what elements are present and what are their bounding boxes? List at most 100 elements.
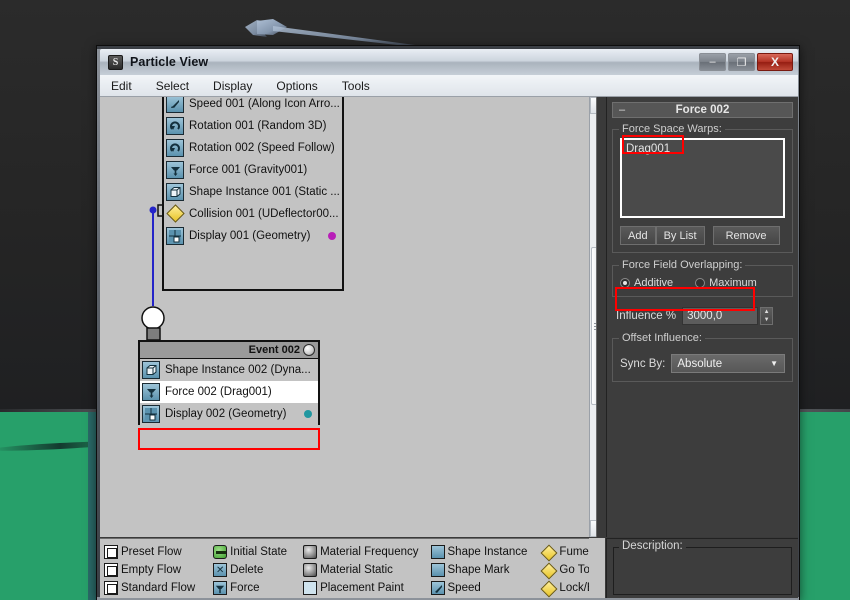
rotation-icon — [166, 139, 184, 157]
menu-options[interactable]: Options — [274, 78, 319, 94]
node-row[interactable]: Force 001 (Gravity001) — [164, 159, 342, 181]
node-row[interactable]: Collision 001 (UDeflector00... — [164, 203, 342, 225]
depot-item-delete[interactable]: Delete — [213, 561, 287, 579]
event-001-node-block[interactable]: Speed 001 (Along Icon Arro... Rotation 0… — [162, 97, 344, 291]
minimize-button[interactable]: – — [699, 53, 726, 71]
scroll-down-arrow[interactable]: ▼ — [590, 520, 596, 537]
sync-by-row: Sync By: Absolute ▼ — [620, 354, 785, 373]
menu-select[interactable]: Select — [154, 78, 191, 94]
window-title: Particle View — [130, 55, 209, 69]
material-icon — [303, 563, 318, 577]
force-icon — [166, 161, 184, 179]
depot-item-material-static[interactable]: Material Static — [303, 561, 418, 579]
depot-item-label: Preset Flow — [121, 546, 182, 558]
force-icon — [142, 383, 160, 401]
collapse-icon[interactable]: – — [619, 104, 625, 116]
menu-bar: Edit Select Display Options Tools — [100, 75, 798, 97]
node-label: Force 001 (Gravity001) — [189, 164, 308, 176]
window-controls: – ❐ X — [699, 53, 798, 71]
force-icon — [213, 581, 228, 595]
scrollbar-thumb[interactable] — [591, 247, 596, 405]
close-button[interactable]: X — [757, 53, 793, 71]
depot-item-shape-mark[interactable]: Shape Mark — [430, 561, 528, 579]
depot-item-empty-flow[interactable]: Empty Flow — [104, 561, 195, 579]
node-label: Shape Instance 001 (Static ... — [189, 186, 340, 198]
shape-mark-icon — [430, 563, 445, 577]
node-row[interactable]: Shape Instance 001 (Static ... — [164, 181, 342, 203]
node-label: Rotation 002 (Speed Follow) — [189, 142, 335, 154]
parameters-panel: – Force 002 Force Space Warps: Drag001 A… — [606, 97, 798, 537]
depot-scrollbar-area — [589, 538, 605, 598]
canvas-vertical-scrollbar[interactable]: ▲ ▼ — [589, 97, 596, 537]
description-title: Description: — [619, 540, 686, 552]
depot-item-placement-paint[interactable]: Placement Paint — [303, 579, 418, 597]
scroll-up-arrow[interactable]: ▲ — [590, 97, 596, 114]
lock-bond-icon — [541, 581, 556, 596]
node-label: Shape Instance 002 (Dyna... — [165, 364, 311, 376]
force-space-warps-list[interactable]: Drag001 — [620, 138, 785, 218]
node-row[interactable]: Speed 001 (Along Icon Arro... — [164, 97, 342, 115]
fumefx-icon — [541, 545, 556, 560]
display-color-swatch[interactable] — [304, 410, 312, 418]
event-002-title: Event 002 — [248, 344, 300, 356]
warp-list-item[interactable]: Drag001 — [626, 143, 779, 155]
node-row[interactable]: Display 001 (Geometry) — [164, 225, 342, 247]
sync-by-dropdown[interactable]: Absolute ▼ — [671, 354, 785, 373]
flow-icon — [104, 545, 118, 559]
depot-item-label: Material Static — [320, 564, 393, 576]
viewport-left-edge-strip — [88, 412, 96, 600]
depot-item-label: Delete — [230, 564, 264, 576]
depot-item-label: Initial State — [230, 546, 288, 558]
force-space-warps-title: Force Space Warps: — [619, 123, 725, 135]
add-button[interactable]: Add — [620, 226, 656, 245]
shape-instance-icon — [142, 361, 160, 379]
node-row[interactable]: Rotation 002 (Speed Follow) — [164, 137, 342, 159]
depot-item-material-frequency[interactable]: Material Frequency — [303, 543, 419, 561]
overlapping-options: Additive Maximum — [620, 277, 785, 289]
event-002-header[interactable]: Event 002 — [140, 342, 318, 359]
depot-item-speed[interactable]: Speed — [430, 579, 528, 597]
display-icon — [166, 227, 184, 245]
node-label: Force 002 (Drag001) — [165, 386, 272, 398]
radio-maximum[interactable] — [695, 278, 706, 288]
initial-state-icon — [213, 545, 228, 559]
depot-item-label: Empty Flow — [121, 564, 182, 576]
depot-item-shape-instance[interactable]: Shape Instance — [430, 543, 527, 561]
title-bar[interactable]: S Particle View – ❐ X — [100, 49, 798, 75]
depot-item-label: Force — [230, 582, 260, 594]
description-box: Description: — [613, 540, 792, 595]
event-002-node-block[interactable]: Event 002 Shape Instance 002 (Dyna... Fo… — [138, 340, 320, 425]
depot-item-initial-state[interactable]: Initial State — [213, 543, 287, 561]
remove-button[interactable]: Remove — [712, 226, 780, 245]
by-list-button[interactable]: By List — [655, 226, 705, 245]
node-row[interactable]: Rotation 001 (Random 3D) — [164, 115, 342, 137]
display-color-swatch[interactable] — [328, 232, 336, 240]
collision-diamond-icon — [166, 204, 185, 224]
influence-input[interactable]: 3000,0 — [682, 307, 759, 325]
influence-spinner[interactable]: ▲ ▼ — [760, 307, 774, 325]
depot-item-preset-flow[interactable]: Preset Flow — [104, 543, 195, 561]
depot-palette[interactable]: Preset Flow Empty Flow Standard Flow Ini… — [100, 538, 605, 598]
maximize-button[interactable]: ❐ — [728, 53, 755, 71]
menu-edit[interactable]: Edit — [109, 78, 134, 94]
depot-column: Preset Flow Empty Flow Standard Flow — [104, 543, 195, 598]
menu-tools[interactable]: Tools — [340, 78, 372, 94]
delete-icon — [213, 563, 228, 577]
node-row[interactable]: Shape Instance 002 (Dyna... — [140, 359, 318, 381]
chevron-down-icon[interactable]: ▼ — [770, 359, 778, 368]
radio-additive-label: Additive — [634, 277, 674, 289]
goto-rotation-icon — [541, 563, 556, 578]
node-label: Speed 001 (Along Icon Arro... — [189, 98, 340, 110]
shape-instance-icon — [166, 183, 184, 201]
node-row-force-002[interactable]: Force 002 (Drag001) — [140, 381, 318, 403]
light-bulb-icon[interactable] — [303, 344, 315, 356]
radio-additive[interactable] — [620, 278, 630, 288]
depot-column: Material Frequency Material Static Place… — [303, 543, 419, 598]
speed-icon — [166, 97, 184, 113]
depot-item-standard-flow[interactable]: Standard Flow — [104, 579, 195, 597]
rollup-header-force-002[interactable]: – Force 002 — [612, 102, 793, 118]
depot-item-force[interactable]: Force — [213, 579, 287, 597]
particle-view-canvas[interactable]: Speed 001 (Along Icon Arro... Rotation 0… — [100, 97, 597, 537]
menu-display[interactable]: Display — [211, 78, 254, 94]
node-row[interactable]: Display 002 (Geometry) — [140, 403, 318, 425]
